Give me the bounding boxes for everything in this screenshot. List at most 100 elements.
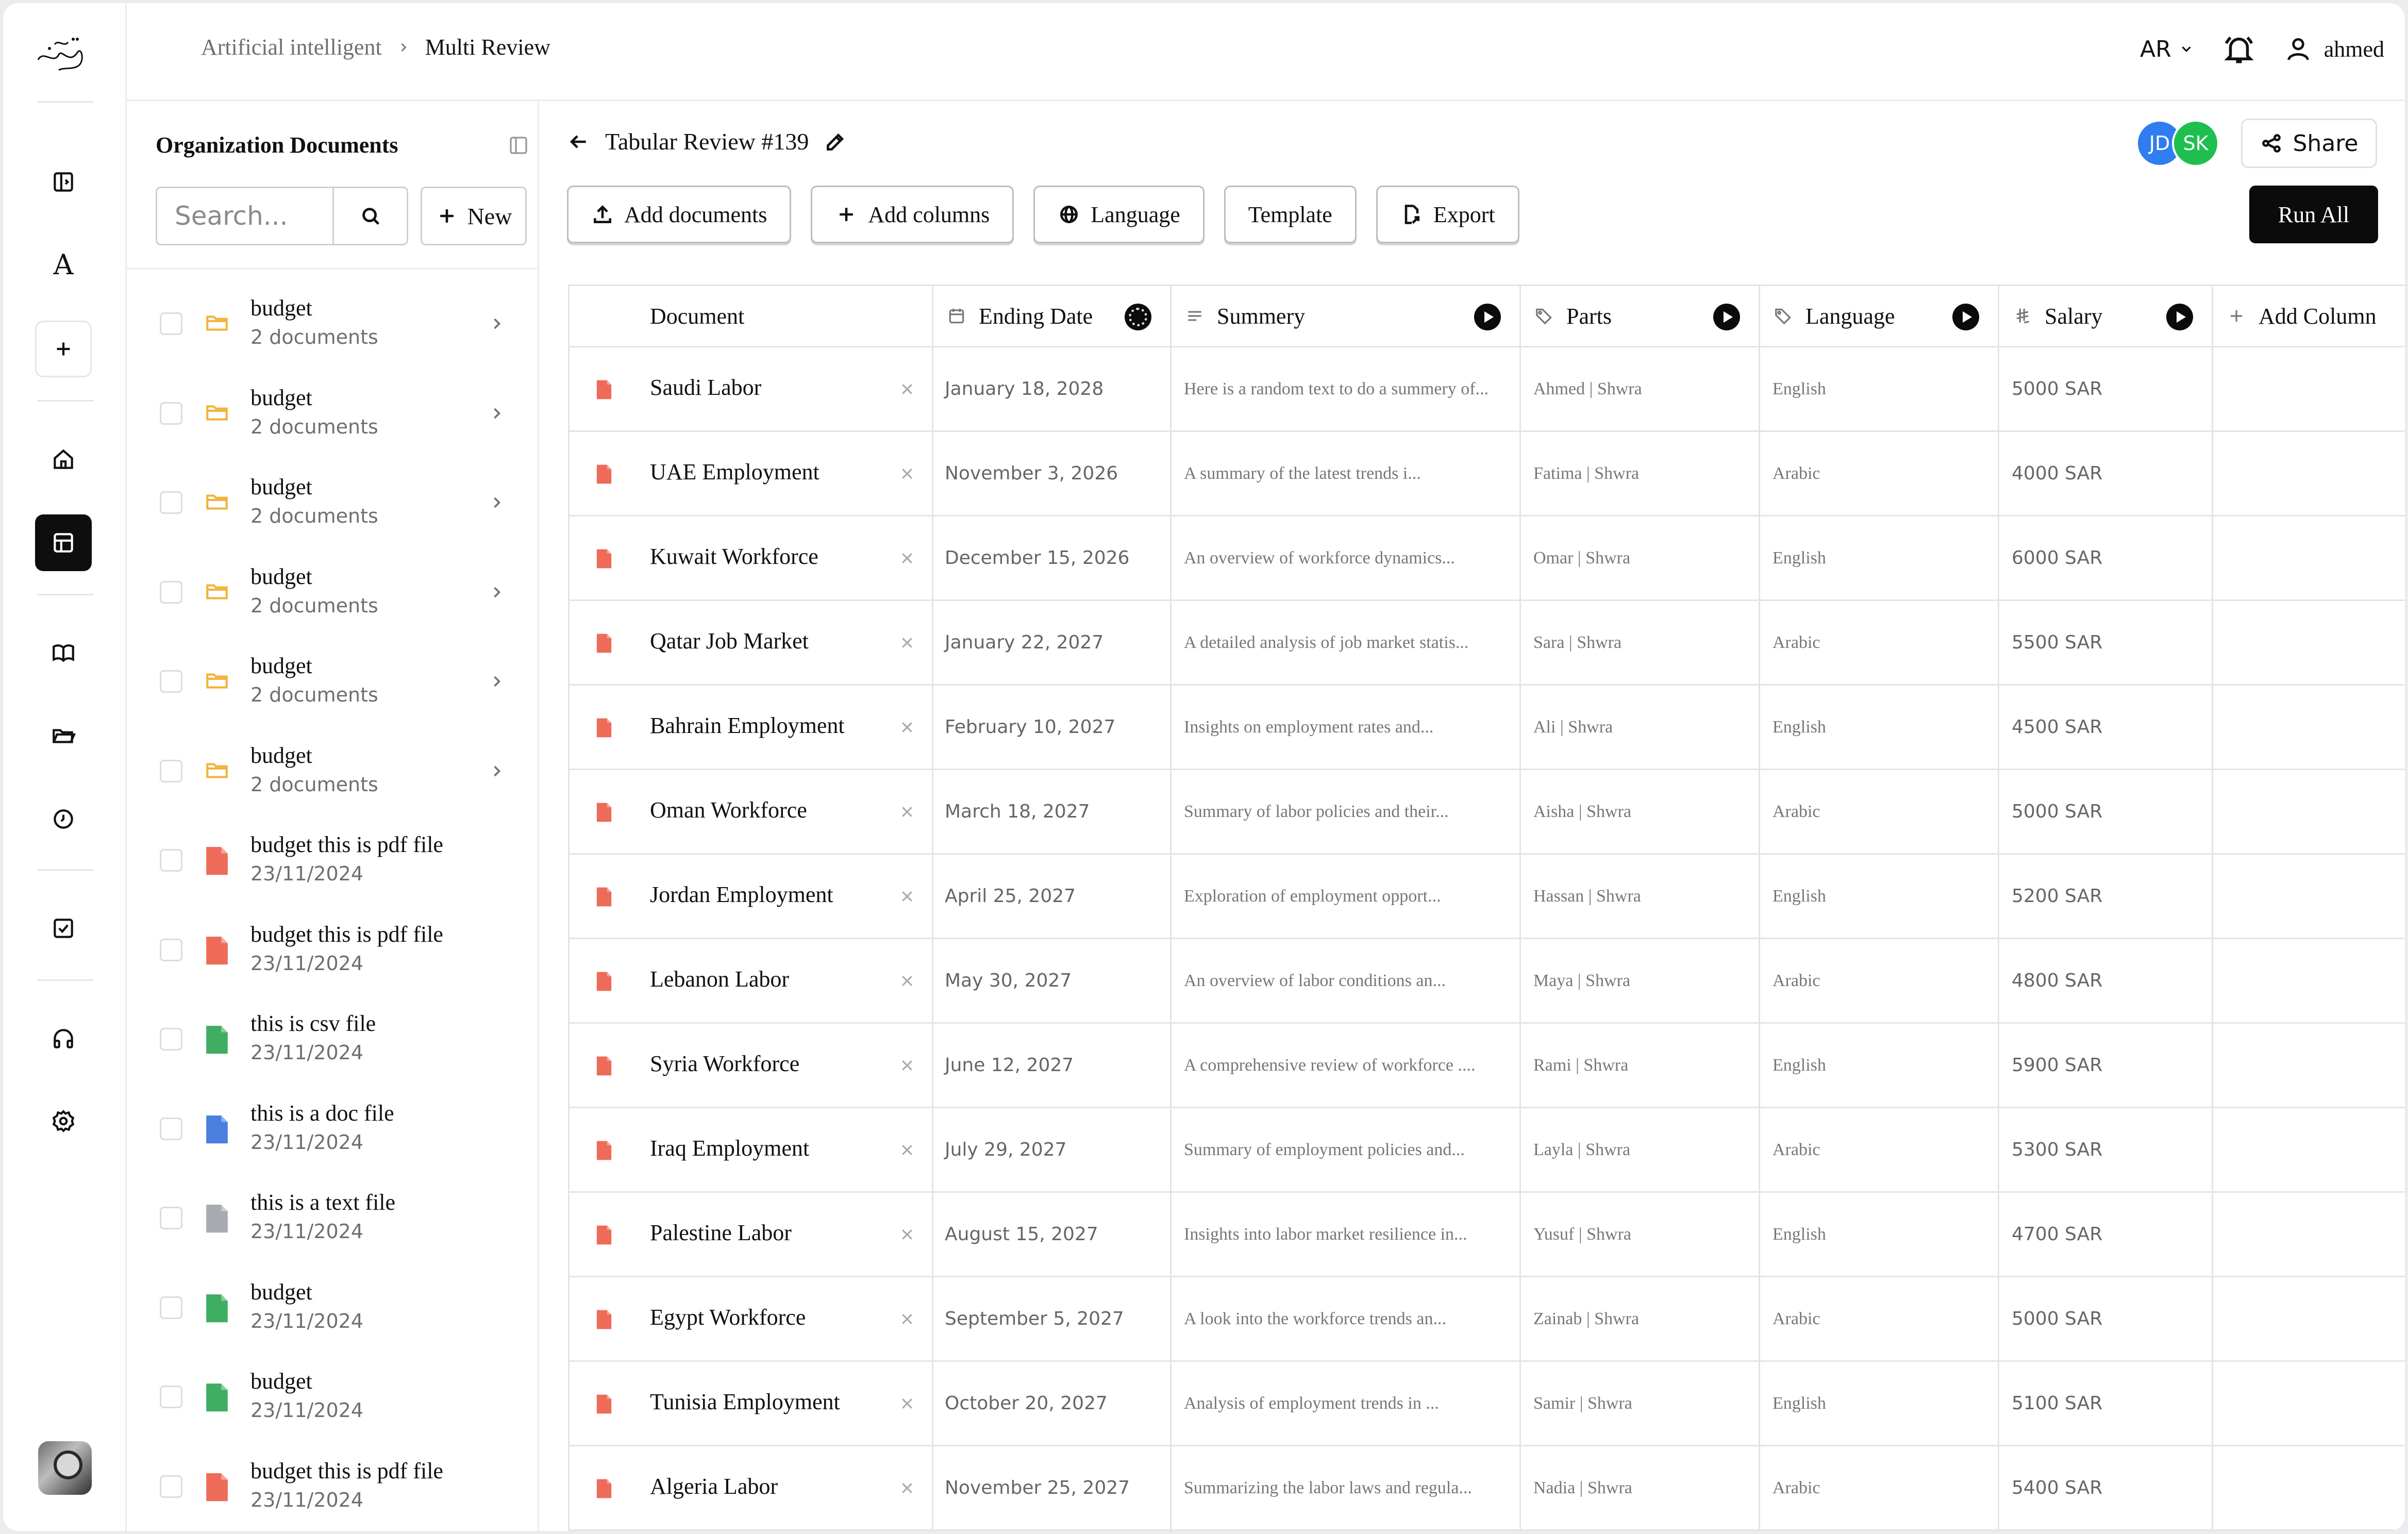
ending-date-cell[interactable]: October 20, 2027	[933, 1362, 1172, 1445]
parts-cell[interactable]: Samir | Shwra	[1521, 1362, 1760, 1445]
table-row[interactable]: Bahrain Employment February 10, 2027 Insig…	[568, 686, 2405, 770]
new-button[interactable]: New	[421, 187, 527, 245]
ending-date-cell[interactable]: June 12, 2027	[933, 1024, 1172, 1107]
search-button[interactable]	[332, 188, 407, 244]
column-header-language[interactable]: Language	[1760, 286, 1999, 346]
language-cell[interactable]: English	[1760, 855, 1999, 938]
table-row[interactable]: UAE Employment November 3, 2026 A summary …	[568, 432, 2405, 516]
language-switcher[interactable]: AR	[2140, 36, 2194, 62]
salary-cell[interactable]: 5300 SAR	[1999, 1108, 2213, 1191]
ending-date-cell[interactable]: November 25, 2027	[933, 1446, 1172, 1529]
summary-cell[interactable]: Insights into labor market resilience in…	[1172, 1193, 1521, 1276]
column-header-summary[interactable]: Summery	[1172, 286, 1521, 346]
share-button[interactable]: Share	[2241, 119, 2377, 168]
table-row[interactable]: Palestine Labor August 15, 2027 Insights i…	[568, 1193, 2405, 1277]
summary-cell[interactable]: Summary of employment policies and...	[1172, 1108, 1521, 1191]
parts-cell[interactable]: Zainab | Shwra	[1521, 1277, 1760, 1360]
summary-cell[interactable]: Summary of labor policies and their...	[1172, 770, 1521, 853]
nav-tasks[interactable]	[35, 900, 92, 957]
parts-cell[interactable]: Maya | Shwra	[1521, 939, 1760, 1022]
run-column-icon[interactable]	[1474, 304, 1501, 330]
table-row[interactable]: Kuwait Workforce December 15, 2026 An over…	[568, 516, 2405, 601]
summary-cell[interactable]: Analysis of employment trends in ...	[1172, 1362, 1521, 1445]
chevron-right-icon[interactable]	[488, 314, 506, 333]
ending-date-cell[interactable]: January 22, 2027	[933, 601, 1172, 684]
chevron-right-icon[interactable]	[488, 493, 506, 512]
parts-cell[interactable]: Sara | Shwra	[1521, 601, 1760, 684]
column-header-salary[interactable]: Salary	[1999, 286, 2213, 346]
ending-date-cell[interactable]: November 3, 2026	[933, 432, 1172, 515]
document-cell[interactable]: UAE Employment	[568, 432, 933, 515]
language-cell[interactable]: English	[1760, 347, 1999, 430]
nav-settings[interactable]	[35, 1093, 92, 1149]
remove-icon[interactable]	[899, 551, 915, 566]
salary-cell[interactable]: 6000 SAR	[1999, 516, 2213, 599]
parts-cell[interactable]: Nadia | Shwra	[1521, 1446, 1760, 1529]
remove-icon[interactable]	[899, 973, 915, 989]
nav-library[interactable]	[35, 625, 92, 681]
chevron-right-icon[interactable]	[488, 583, 506, 602]
salary-cell[interactable]: 5200 SAR	[1999, 855, 2213, 938]
summary-cell[interactable]: An overview of labor conditions an...	[1172, 939, 1521, 1022]
language-button[interactable]: Language	[1033, 186, 1205, 243]
select-checkbox[interactable]	[160, 1386, 182, 1408]
folder-item[interactable]: budget 2 documents	[127, 634, 538, 724]
ending-date-cell[interactable]: February 10, 2027	[933, 686, 1172, 769]
remove-icon[interactable]	[899, 381, 915, 397]
select-checkbox[interactable]	[160, 580, 182, 604]
select-checkbox[interactable]	[160, 670, 182, 693]
parts-cell[interactable]: Layla | Shwra	[1521, 1108, 1760, 1191]
remove-icon[interactable]	[899, 1058, 915, 1073]
nav-home[interactable]	[35, 431, 92, 488]
ending-date-cell[interactable]: January 18, 2028	[933, 347, 1172, 430]
salary-cell[interactable]: 5100 SAR	[1999, 1362, 2213, 1445]
summary-cell[interactable]: A detailed analysis of job market statis…	[1172, 601, 1521, 684]
select-checkbox[interactable]	[160, 1028, 182, 1051]
user-avatar[interactable]	[38, 1441, 92, 1495]
document-cell[interactable]: Saudi Labor	[568, 347, 933, 430]
language-cell[interactable]: Arabic	[1760, 1108, 1999, 1191]
parts-cell[interactable]: Rami | Shwra	[1521, 1024, 1760, 1107]
table-row[interactable]: Syria Workforce June 12, 2027 A comprehens…	[568, 1024, 2405, 1108]
summary-cell[interactable]: Here is a random text to do a summery of…	[1172, 347, 1521, 430]
language-cell[interactable]: Arabic	[1760, 1446, 1999, 1529]
nav-tables[interactable]	[35, 514, 92, 571]
document-cell[interactable]: Kuwait Workforce	[568, 516, 933, 599]
salary-cell[interactable]: 5900 SAR	[1999, 1024, 2213, 1107]
column-header-parts[interactable]: Parts	[1521, 286, 1760, 346]
table-row[interactable]: Egypt Workforce September 5, 2027 A look i…	[568, 1277, 2405, 1362]
document-cell[interactable]: Palestine Labor	[568, 1193, 933, 1276]
language-cell[interactable]: Arabic	[1760, 1277, 1999, 1360]
parts-cell[interactable]: Aisha | Shwra	[1521, 770, 1760, 853]
select-checkbox[interactable]	[160, 1207, 182, 1229]
document-cell[interactable]: Tunisia Employment	[568, 1362, 933, 1445]
file-item[interactable]: budget this is pdf file 23/11/2024	[127, 1439, 538, 1529]
run-column-icon[interactable]	[1952, 304, 1979, 330]
parts-cell[interactable]: Ali | Shwra	[1521, 686, 1760, 769]
folder-item[interactable]: budget 2 documents	[127, 366, 538, 456]
ending-date-cell[interactable]: September 5, 2027	[933, 1277, 1172, 1360]
salary-cell[interactable]: 4500 SAR	[1999, 686, 2213, 769]
salary-cell[interactable]: 5000 SAR	[1999, 770, 2213, 853]
ending-date-cell[interactable]: July 29, 2027	[933, 1108, 1172, 1191]
language-cell[interactable]: English	[1760, 1193, 1999, 1276]
edit-icon[interactable]	[824, 130, 847, 153]
table-row[interactable]: Lebanon Labor May 30, 2027 An overview of …	[568, 939, 2405, 1024]
column-header-ending-date[interactable]: Ending Date	[933, 286, 1172, 346]
breadcrumb-parent[interactable]: Artificial intelligent	[201, 34, 382, 60]
salary-cell[interactable]: 4000 SAR	[1999, 432, 2213, 515]
toggle-sidebar-button[interactable]	[35, 154, 92, 210]
ending-date-cell[interactable]: December 15, 2026	[933, 516, 1172, 599]
language-cell[interactable]: Arabic	[1760, 601, 1999, 684]
language-cell[interactable]: English	[1760, 516, 1999, 599]
add-documents-button[interactable]: Add documents	[567, 186, 792, 243]
summary-cell[interactable]: An overview of workforce dynamics...	[1172, 516, 1521, 599]
document-cell[interactable]: Algeria Labor	[568, 1446, 933, 1529]
document-cell[interactable]: Jordan Employment	[568, 855, 933, 938]
language-cell[interactable]: English	[1760, 1024, 1999, 1107]
table-row[interactable]: Iraq Employment July 29, 2027 Summary of e…	[568, 1108, 2405, 1193]
summary-cell[interactable]: Summarizing the labor laws and regula...	[1172, 1446, 1521, 1529]
remove-icon[interactable]	[899, 1480, 915, 1496]
remove-icon[interactable]	[899, 635, 915, 651]
folder-item[interactable]: budget 2 documents	[127, 455, 538, 545]
